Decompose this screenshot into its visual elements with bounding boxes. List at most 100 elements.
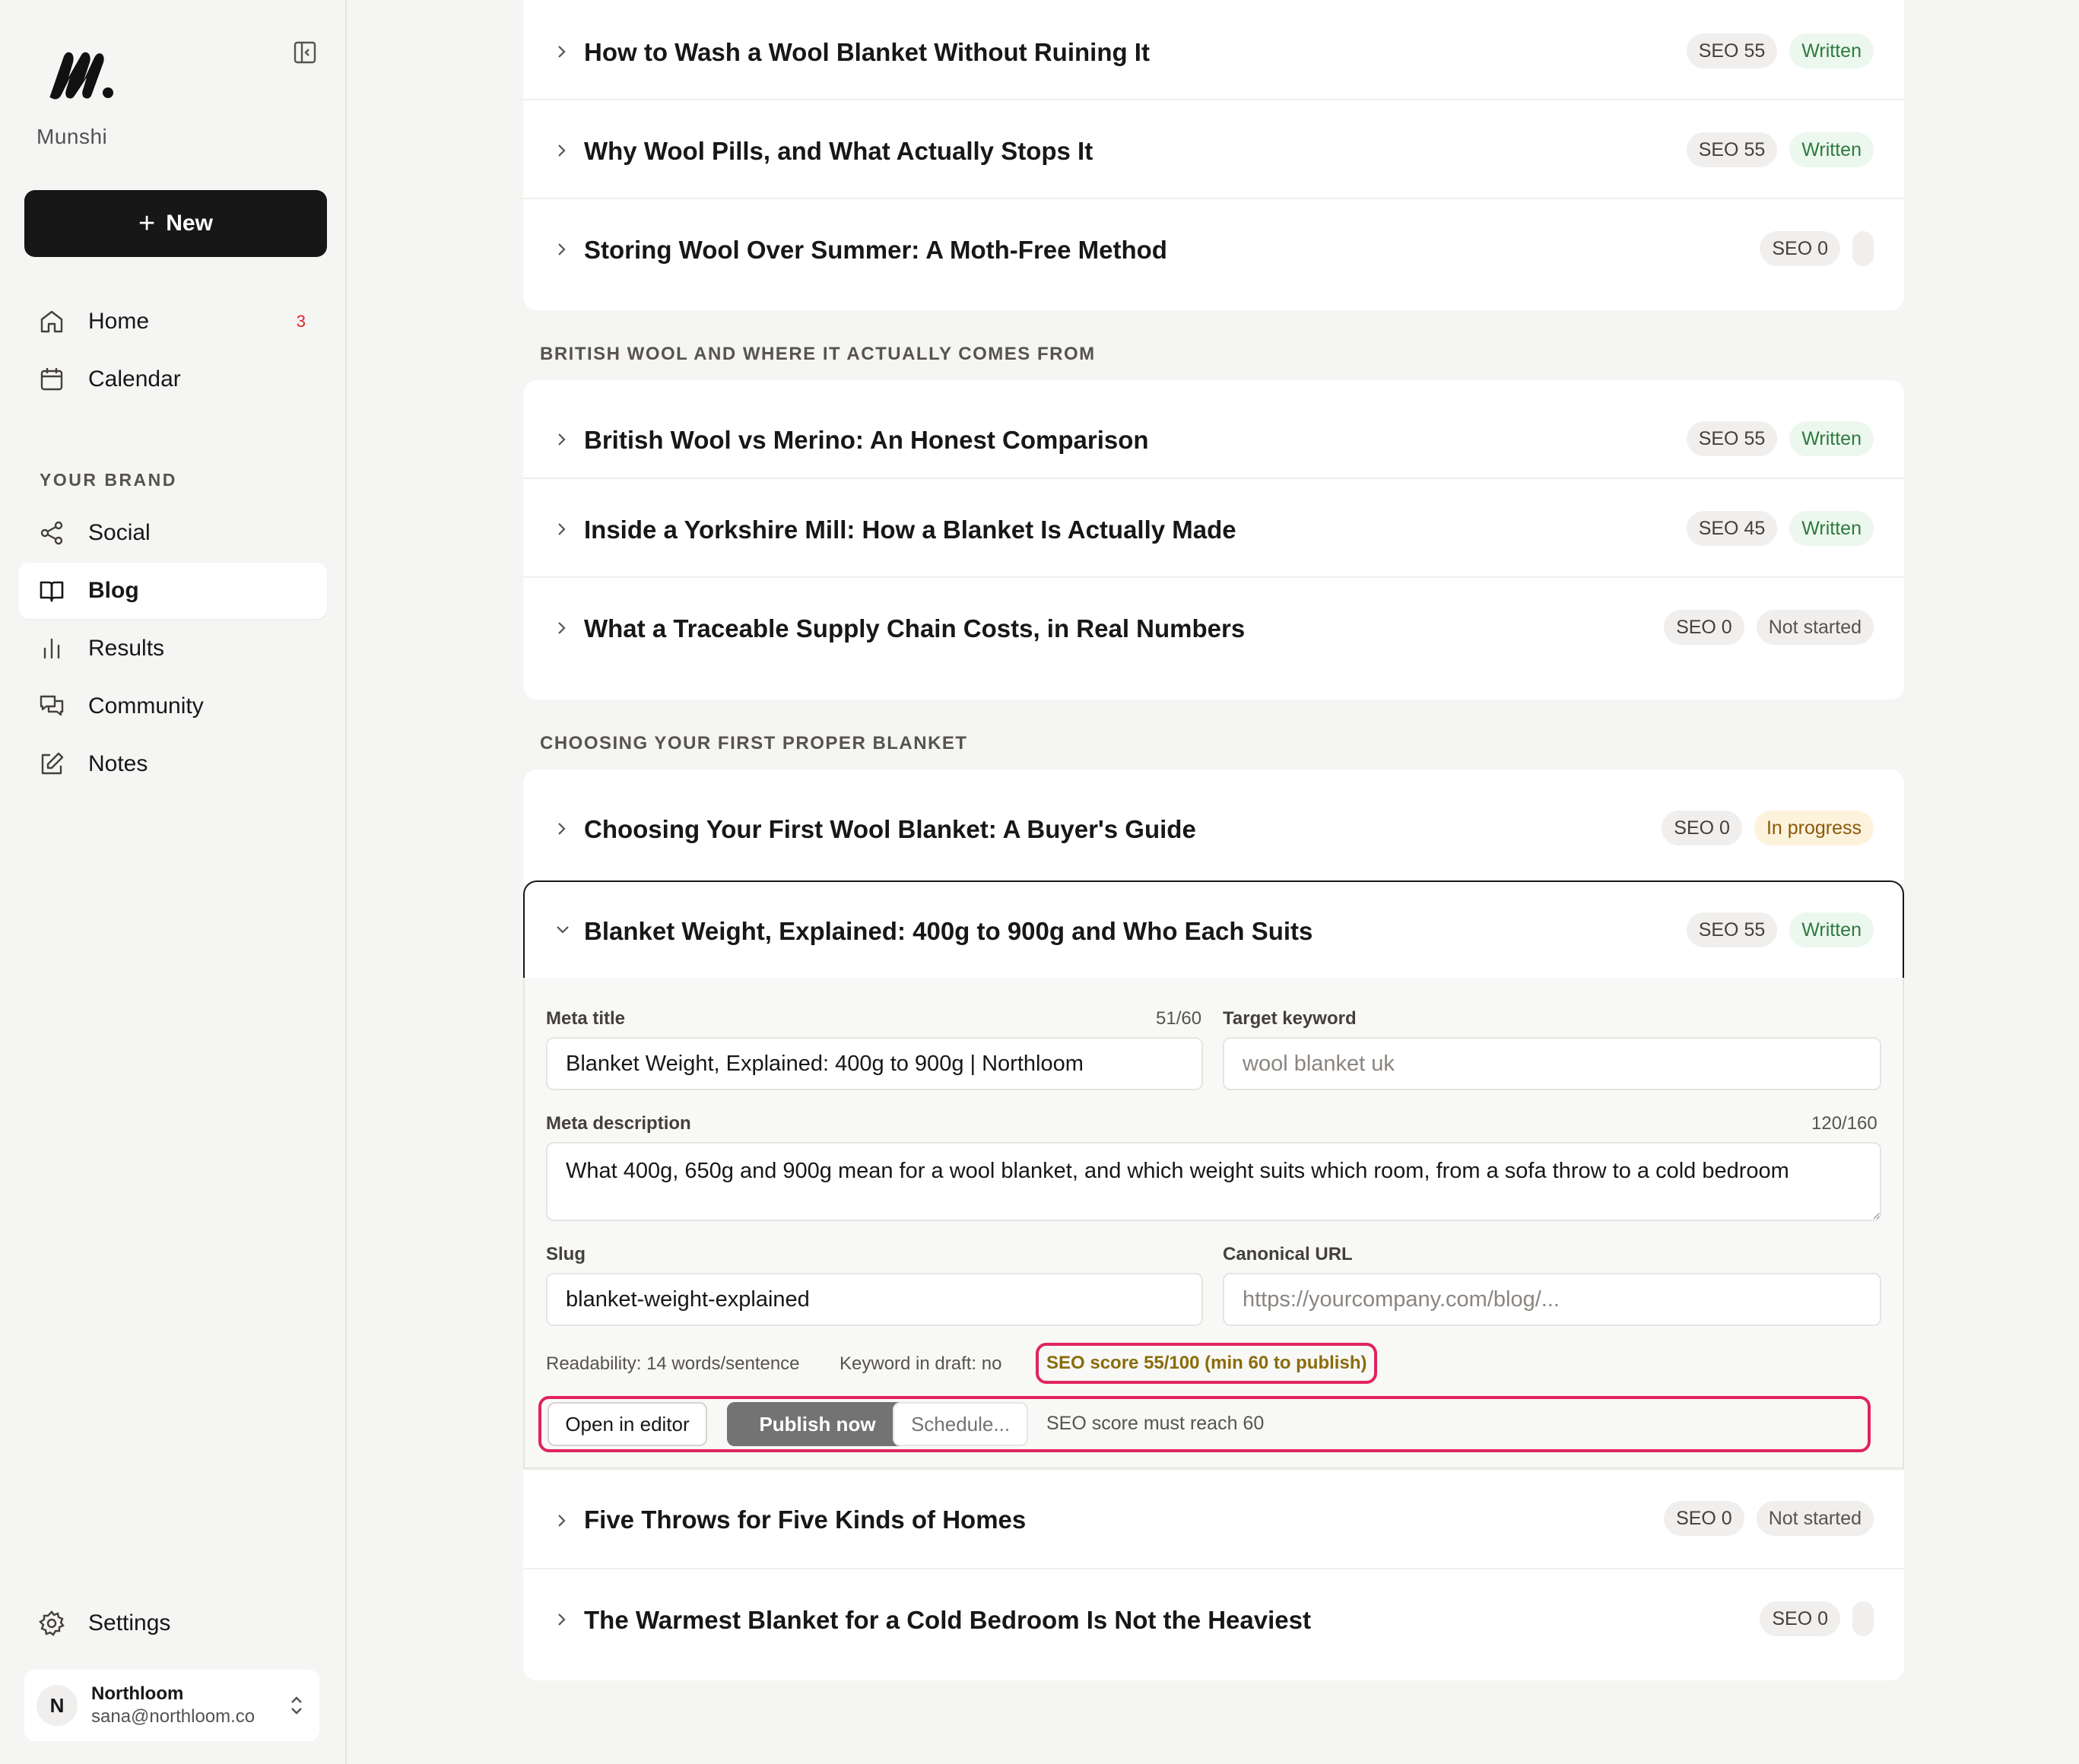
- slug-label: Slug: [546, 1244, 586, 1264]
- article-title: What a Traceable Supply Chain Costs, in …: [584, 614, 1246, 642]
- home-icon: [40, 310, 63, 333]
- bar-chart-icon: [43, 638, 60, 659]
- gear-icon: [39, 1610, 65, 1636]
- article-row[interactable]: Five Throws for Five Kinds of Homes SEO …: [523, 1471, 1904, 1569]
- status-badge: In progress: [1754, 811, 1874, 846]
- status-badge: Written: [1789, 421, 1874, 456]
- article-title: Storing Wool Over Summer: A Moth-Free Me…: [584, 236, 1167, 264]
- nav-item-home[interactable]: Home 3: [18, 293, 327, 350]
- seo-score-badge: SEO 55: [1686, 132, 1778, 167]
- canonical-url-label: Canonical URL: [1223, 1244, 1353, 1264]
- schedule-button[interactable]: Schedule...: [893, 1402, 1028, 1446]
- nav-label: Calendar: [88, 366, 181, 392]
- nav-item-calendar[interactable]: Calendar: [18, 351, 327, 408]
- status-badge: Not started: [1756, 610, 1874, 645]
- article-row[interactable]: Choosing Your First Wool Blanket: A Buye…: [523, 769, 1904, 880]
- collapse-sidebar-icon[interactable]: [292, 40, 318, 65]
- article-row[interactable]: The Warmest Blanket for a Cold Bedroom I…: [523, 1569, 1904, 1680]
- nav-label: Notes: [88, 751, 148, 776]
- nav-label: Home: [88, 309, 150, 334]
- nav-item-notes[interactable]: Notes: [18, 736, 327, 792]
- article-row[interactable]: Inside a Yorkshire Mill: How a Blanket I…: [523, 479, 1904, 578]
- new-button[interactable]: + New: [24, 190, 327, 257]
- article-title: The Warmest Blanket for a Cold Bedroom I…: [584, 1606, 1311, 1634]
- group-label: CHOOSING YOUR FIRST PROPER BLANKET: [540, 733, 968, 754]
- chevron-right-icon: [558, 243, 566, 255]
- chevron-down-icon: [557, 926, 569, 934]
- meta-description-counter: 120/160: [1811, 1113, 1877, 1134]
- seo-score-badge: SEO 45: [1686, 511, 1778, 546]
- nav-item-blog[interactable]: Blog: [18, 563, 327, 619]
- nav-label: Community: [88, 693, 204, 719]
- blog-plan-main: How to Wash a Wool Blanket Without Ruini…: [347, 0, 2079, 1764]
- meta-description-textarea[interactable]: What 400g, 650g and 900g mean for a wool…: [546, 1142, 1881, 1221]
- seo-score-warning: SEO score 55/100 (min 60 to publish): [1036, 1343, 1378, 1384]
- seo-warning-text: SEO score 55/100 (min 60 to publish): [1046, 1353, 1367, 1373]
- article-row[interactable]: Storing Wool Over Summer: A Moth-Free Me…: [523, 199, 1904, 310]
- article-title: Why Wool Pills, and What Actually Stops …: [584, 137, 1093, 165]
- status-badge: Written: [1789, 912, 1874, 947]
- chevron-right-icon: [558, 1515, 566, 1527]
- seo-score-badge: SEO 55: [1686, 912, 1778, 947]
- notification-badge: 3: [296, 312, 306, 331]
- canonical-url-input[interactable]: [1223, 1273, 1881, 1326]
- target-keyword-input[interactable]: [1223, 1037, 1881, 1090]
- article-group-card: British Wool vs Merino: An Honest Compar…: [523, 380, 1904, 700]
- account-switcher[interactable]: N Northloom sana@northloom.co: [24, 1670, 319, 1741]
- article-title: Inside a Yorkshire Mill: How a Blanket I…: [584, 516, 1236, 544]
- open-in-editor-button[interactable]: Open in editor: [548, 1402, 707, 1446]
- chevron-right-icon: [558, 823, 566, 835]
- meta-title-label: Meta title: [546, 1008, 626, 1029]
- nav-label: Results: [88, 636, 165, 661]
- nav-label: Settings: [88, 1610, 171, 1636]
- account-name: Northloom: [91, 1683, 184, 1704]
- seo-score-badge: SEO 55: [1686, 421, 1778, 456]
- publish-hint: SEO score must reach 60: [1046, 1413, 1265, 1434]
- chevron-right-icon: [558, 46, 566, 58]
- book-open-icon: [40, 581, 64, 602]
- expanded-article-row[interactable]: Blanket Weight, Explained: 400g to 900g …: [523, 880, 1904, 979]
- group-label: BRITISH WOOL AND WHERE IT ACTUALLY COMES…: [540, 344, 1096, 364]
- seo-score-badge: SEO 0: [1760, 231, 1840, 266]
- chevron-right-icon: [558, 433, 566, 446]
- seo-score-badge: SEO 0: [1662, 811, 1742, 846]
- article-row[interactable]: Why Wool Pills, and What Actually Stops …: [523, 100, 1904, 199]
- status-badge-empty: [1852, 231, 1874, 266]
- share-icon: [40, 521, 63, 545]
- munshi-logo-icon: [49, 52, 113, 100]
- article-row[interactable]: How to Wash a Wool Blanket Without Ruini…: [523, 0, 1904, 100]
- calendar-icon: [40, 368, 63, 391]
- nav-item-settings[interactable]: Settings: [18, 1595, 327, 1651]
- status-badge: Written: [1789, 33, 1874, 68]
- status-badge: Not started: [1756, 1501, 1874, 1536]
- status-badge-empty: [1852, 1601, 1874, 1636]
- chevron-right-icon: [558, 144, 566, 157]
- publish-now-button[interactable]: Publish now: [727, 1402, 908, 1446]
- chevron-right-icon: [558, 1613, 566, 1626]
- brand-name: Munshi: [37, 125, 108, 148]
- meta-title-input[interactable]: [546, 1037, 1203, 1090]
- seo-score-badge: SEO 0: [1664, 610, 1744, 645]
- chevron-up-down-icon: [291, 1696, 302, 1715]
- meta-title-counter: 51/60: [1156, 1008, 1202, 1029]
- article-group-card: Choosing Your First Wool Blanket: A Buye…: [523, 769, 1904, 884]
- new-button-label: New: [166, 211, 213, 236]
- sidebar: Munshi + New Home 3 Calendar YOUR BRAND …: [0, 0, 347, 1764]
- account-email: sana@northloom.co: [91, 1706, 256, 1727]
- seo-score-badge: SEO 0: [1760, 1601, 1840, 1636]
- article-title: How to Wash a Wool Blanket Without Ruini…: [584, 38, 1150, 66]
- article-title: British Wool vs Merino: An Honest Compar…: [584, 426, 1149, 454]
- article-row[interactable]: What a Traceable Supply Chain Costs, in …: [523, 578, 1904, 700]
- chat-bubbles-icon: [40, 695, 64, 716]
- keyword-in-draft-stat: Keyword in draft: no: [840, 1353, 1002, 1374]
- meta-description-label: Meta description: [546, 1113, 691, 1134]
- seo-score-badge: SEO 55: [1686, 33, 1778, 68]
- nav-item-results[interactable]: Results: [18, 620, 327, 677]
- nav-item-social[interactable]: Social: [18, 505, 327, 561]
- seo-score-badge: SEO 0: [1664, 1501, 1744, 1536]
- nav-item-community[interactable]: Community: [18, 678, 327, 734]
- article-group-card-continued: Five Throws for Five Kinds of Homes SEO …: [523, 1471, 1904, 1680]
- chevron-right-icon: [558, 523, 566, 535]
- slug-input[interactable]: [546, 1273, 1203, 1326]
- article-row[interactable]: British Wool vs Merino: An Honest Compar…: [523, 380, 1904, 479]
